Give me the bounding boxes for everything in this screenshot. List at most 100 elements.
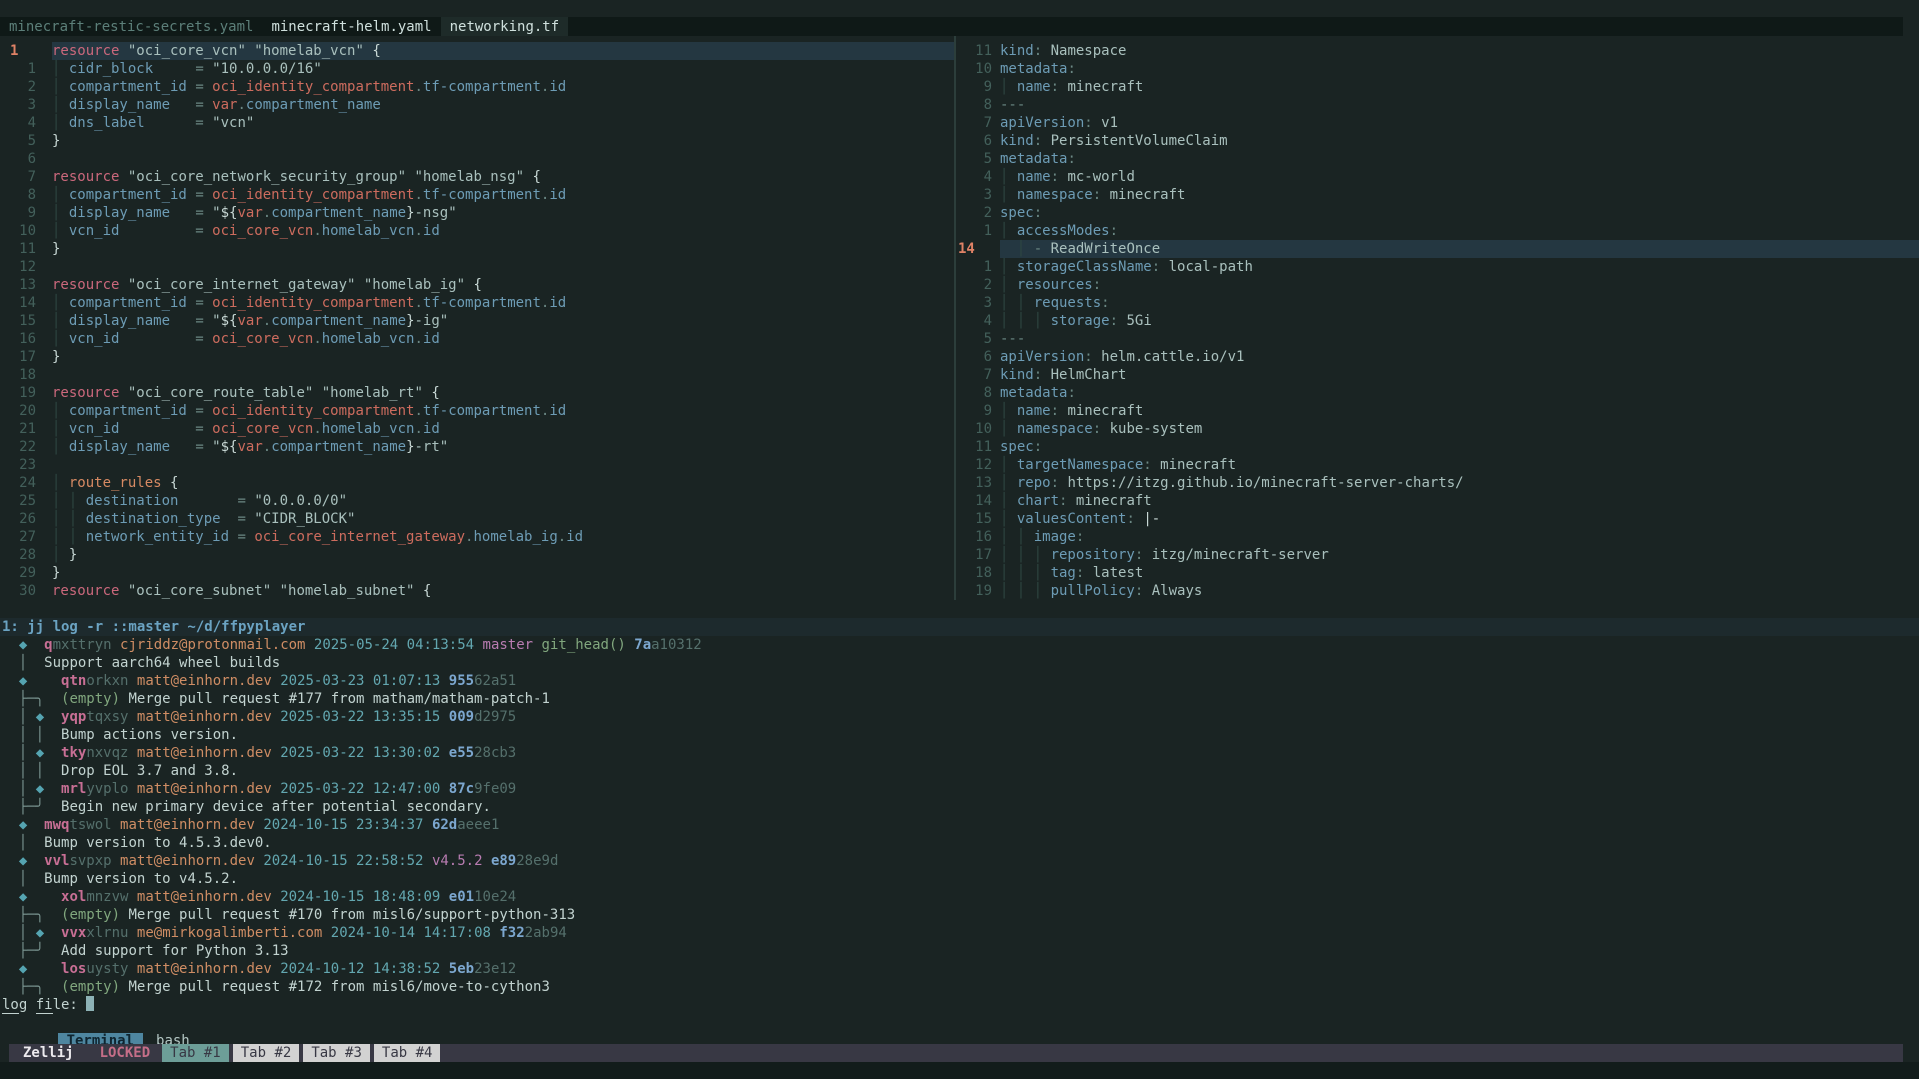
code-token: namespace (1017, 187, 1093, 203)
code-token: Merge pull request #170 from misl6/suppo… (120, 907, 575, 923)
code-line[interactable]: 17│ │ │ repository: itzg/minecraft-serve… (956, 546, 1919, 564)
code-token: " (212, 313, 220, 329)
code-line[interactable]: 7kind: HelmChart (956, 366, 1919, 384)
zellij-tab[interactable]: Tab #2 (233, 1044, 300, 1062)
code-line[interactable]: 25│ │ destination = "0.0.0.0/0" (0, 492, 954, 510)
code-line[interactable]: 24│ route_rules { (0, 474, 954, 492)
code-line[interactable]: 5metadata: (956, 150, 1919, 168)
code-line[interactable]: 2│ resources: (956, 276, 1919, 294)
log-line: ├─╯ Begin new primary device after poten… (0, 798, 1919, 816)
code-line[interactable]: 19│ │ │ pullPolicy: Always (956, 582, 1919, 600)
line-number: 4 (956, 168, 1000, 186)
code-token: le: (53, 997, 78, 1013)
code-line[interactable]: 5} (0, 132, 954, 150)
code-token: tf-compartment (423, 187, 541, 203)
code-line[interactable]: 15│ valuesContent: |- (956, 510, 1919, 528)
code-line[interactable]: 11} (0, 240, 954, 258)
line-number: 9 (956, 402, 1000, 420)
code-line[interactable]: 28│ } (0, 546, 954, 564)
code-line[interactable]: 26│ │ destination_type = "CIDR_BLOCK" (0, 510, 954, 528)
left-editor-pane[interactable]: 1resource "oci_core_vcn" "homelab_vcn" {… (0, 36, 954, 600)
zellij-tab[interactable]: Tab #4 (374, 1044, 441, 1062)
prompt-line[interactable]: log file: (0, 996, 1919, 1014)
code-token: apiVersion (1000, 115, 1084, 131)
code-line[interactable]: 8│ compartment_id = oci_identity_compart… (0, 186, 954, 204)
code-line[interactable]: 6apiVersion: helm.cattle.io/v1 (956, 348, 1919, 366)
code-token: vvl (44, 853, 69, 869)
code-line[interactable]: 1│ cidr_block = "10.0.0.0/16" (0, 60, 954, 78)
buffer-tab[interactable]: minecraft-restic-secrets.yaml (0, 17, 262, 36)
code-line[interactable]: 14│ chart: minecraft (956, 492, 1919, 510)
log-line: ◆ qmxttryn cjriddz@protonmail.com 2025-0… (0, 636, 1919, 654)
code-token: matt@einhorn.dev (137, 889, 272, 905)
code-line[interactable]: 16│ │ image: (956, 528, 1919, 546)
code-line[interactable]: 18│ │ │ tag: latest (956, 564, 1919, 582)
code-token: Bump actions version. (61, 727, 238, 743)
code-line[interactable]: 9│ name: minecraft (956, 402, 1919, 420)
code-line[interactable]: 6 (0, 150, 954, 168)
code-line[interactable]: 13resource "oci_core_internet_gateway" "… (0, 276, 954, 294)
code-line[interactable]: 15│ display_name = "${var.compartment_na… (0, 312, 954, 330)
right-editor-pane[interactable]: 11kind: Namespace10metadata:9│ name: min… (956, 36, 1919, 600)
code-line[interactable]: 1│ accessModes: (956, 222, 1919, 240)
code-line[interactable]: 14│ compartment_id = oci_identity_compar… (0, 294, 954, 312)
code-line[interactable]: 21│ vcn_id = oci_core_vcn.homelab_vcn.id (0, 420, 954, 438)
code-token (272, 961, 280, 977)
code-line[interactable]: 20│ compartment_id = oci_identity_compar… (0, 402, 954, 420)
code-line[interactable]: 5--- (956, 330, 1919, 348)
code-line[interactable]: 3│ namespace: minecraft (956, 186, 1919, 204)
zellij-tab[interactable]: Tab #1 (162, 1044, 229, 1062)
code-line[interactable]: 2│ compartment_id = oci_identity_compart… (0, 78, 954, 96)
code-token: Begin new primary device after potential… (61, 799, 491, 815)
code-line[interactable]: 3│ │ requests: (956, 294, 1919, 312)
cursor-line[interactable]: 1resource "oci_core_vcn" "homelab_vcn" { (0, 42, 954, 60)
code-token (2, 781, 19, 797)
code-line[interactable]: 9│ name: minecraft (956, 78, 1919, 96)
code-token: (empty) (61, 979, 120, 995)
code-token: minecraft (1101, 187, 1185, 203)
code-line[interactable]: 27│ │ network_entity_id = oci_core_inter… (0, 528, 954, 546)
buffer-tab[interactable]: networking.tf (441, 17, 569, 36)
code-line[interactable]: 11kind: Namespace (956, 42, 1919, 60)
code-line[interactable]: 16│ vcn_id = oci_core_vcn.homelab_vcn.id (0, 330, 954, 348)
code-line[interactable]: 12 (0, 258, 954, 276)
code-token: 2025-03-22 13:35:15 (280, 709, 440, 725)
code-line[interactable]: 1│ storageClassName: local-path (956, 258, 1919, 276)
code-line[interactable]: 22│ display_name = "${var.compartment_na… (0, 438, 954, 456)
code-line[interactable]: 29} (0, 564, 954, 582)
terminal-pane[interactable]: 1: jj log -r ::master ~/d/ffpyplayer ◆ q… (0, 618, 1919, 1044)
code-line[interactable]: 4│ name: mc-world (956, 168, 1919, 186)
code-token: display_name (69, 205, 170, 221)
log-line: │ Support aarch64 wheel builds (0, 654, 1919, 672)
code-line[interactable]: 23 (0, 456, 954, 474)
code-line[interactable]: 4│ │ │ storage: 5Gi (956, 312, 1919, 330)
code-line[interactable]: 18 (0, 366, 954, 384)
code-line[interactable]: 4│ dns_label = "vcn" (0, 114, 954, 132)
code-line[interactable]: 11spec: (956, 438, 1919, 456)
code-line[interactable]: 3│ display_name = var.compartment_name (0, 96, 954, 114)
buffer-tab[interactable]: minecraft-helm.yaml (262, 17, 440, 36)
zellij-tab[interactable]: Tab #3 (303, 1044, 370, 1062)
code-token: : (1051, 403, 1059, 419)
code-token: "0.0.0.0/0" (254, 493, 347, 509)
code-line[interactable]: 8metadata: (956, 384, 1919, 402)
code-line[interactable]: 10metadata: (956, 60, 1919, 78)
cursor-line[interactable]: 14 │ - ReadWriteOnce (956, 240, 1919, 258)
code-token (153, 61, 195, 77)
code-line[interactable]: 7resource "oci_core_network_security_gro… (0, 168, 954, 186)
code-line[interactable]: 9│ display_name = "${var.compartment_nam… (0, 204, 954, 222)
code-token: tswol (69, 817, 111, 833)
code-line[interactable]: 17} (0, 348, 954, 366)
code-line[interactable]: 30resource "oci_core_subnet" "homelab_su… (0, 582, 954, 600)
code-line[interactable]: 8--- (956, 96, 1919, 114)
code-line[interactable]: 6kind: PersistentVolumeClaim (956, 132, 1919, 150)
code-token: ├─╮ (19, 907, 44, 923)
code-line[interactable]: 19resource "oci_core_route_table" "homel… (0, 384, 954, 402)
code-line[interactable]: 10│ vcn_id = oci_core_vcn.homelab_vcn.id (0, 222, 954, 240)
code-line[interactable]: 12│ targetNamespace: minecraft (956, 456, 1919, 474)
code-line[interactable]: 13│ repo: https://itzg.github.io/minecra… (956, 474, 1919, 492)
code-line[interactable]: 7apiVersion: v1 (956, 114, 1919, 132)
code-line[interactable]: 10│ namespace: kube-system (956, 420, 1919, 438)
code-line[interactable]: 2spec: (956, 204, 1919, 222)
code-token (2, 763, 19, 779)
